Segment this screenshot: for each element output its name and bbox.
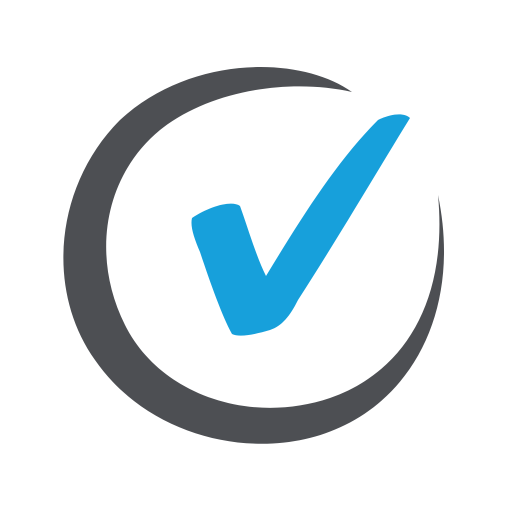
check-mark	[191, 114, 410, 336]
logo-canvas	[0, 0, 512, 512]
checkmark-circle-icon	[63, 67, 445, 444]
